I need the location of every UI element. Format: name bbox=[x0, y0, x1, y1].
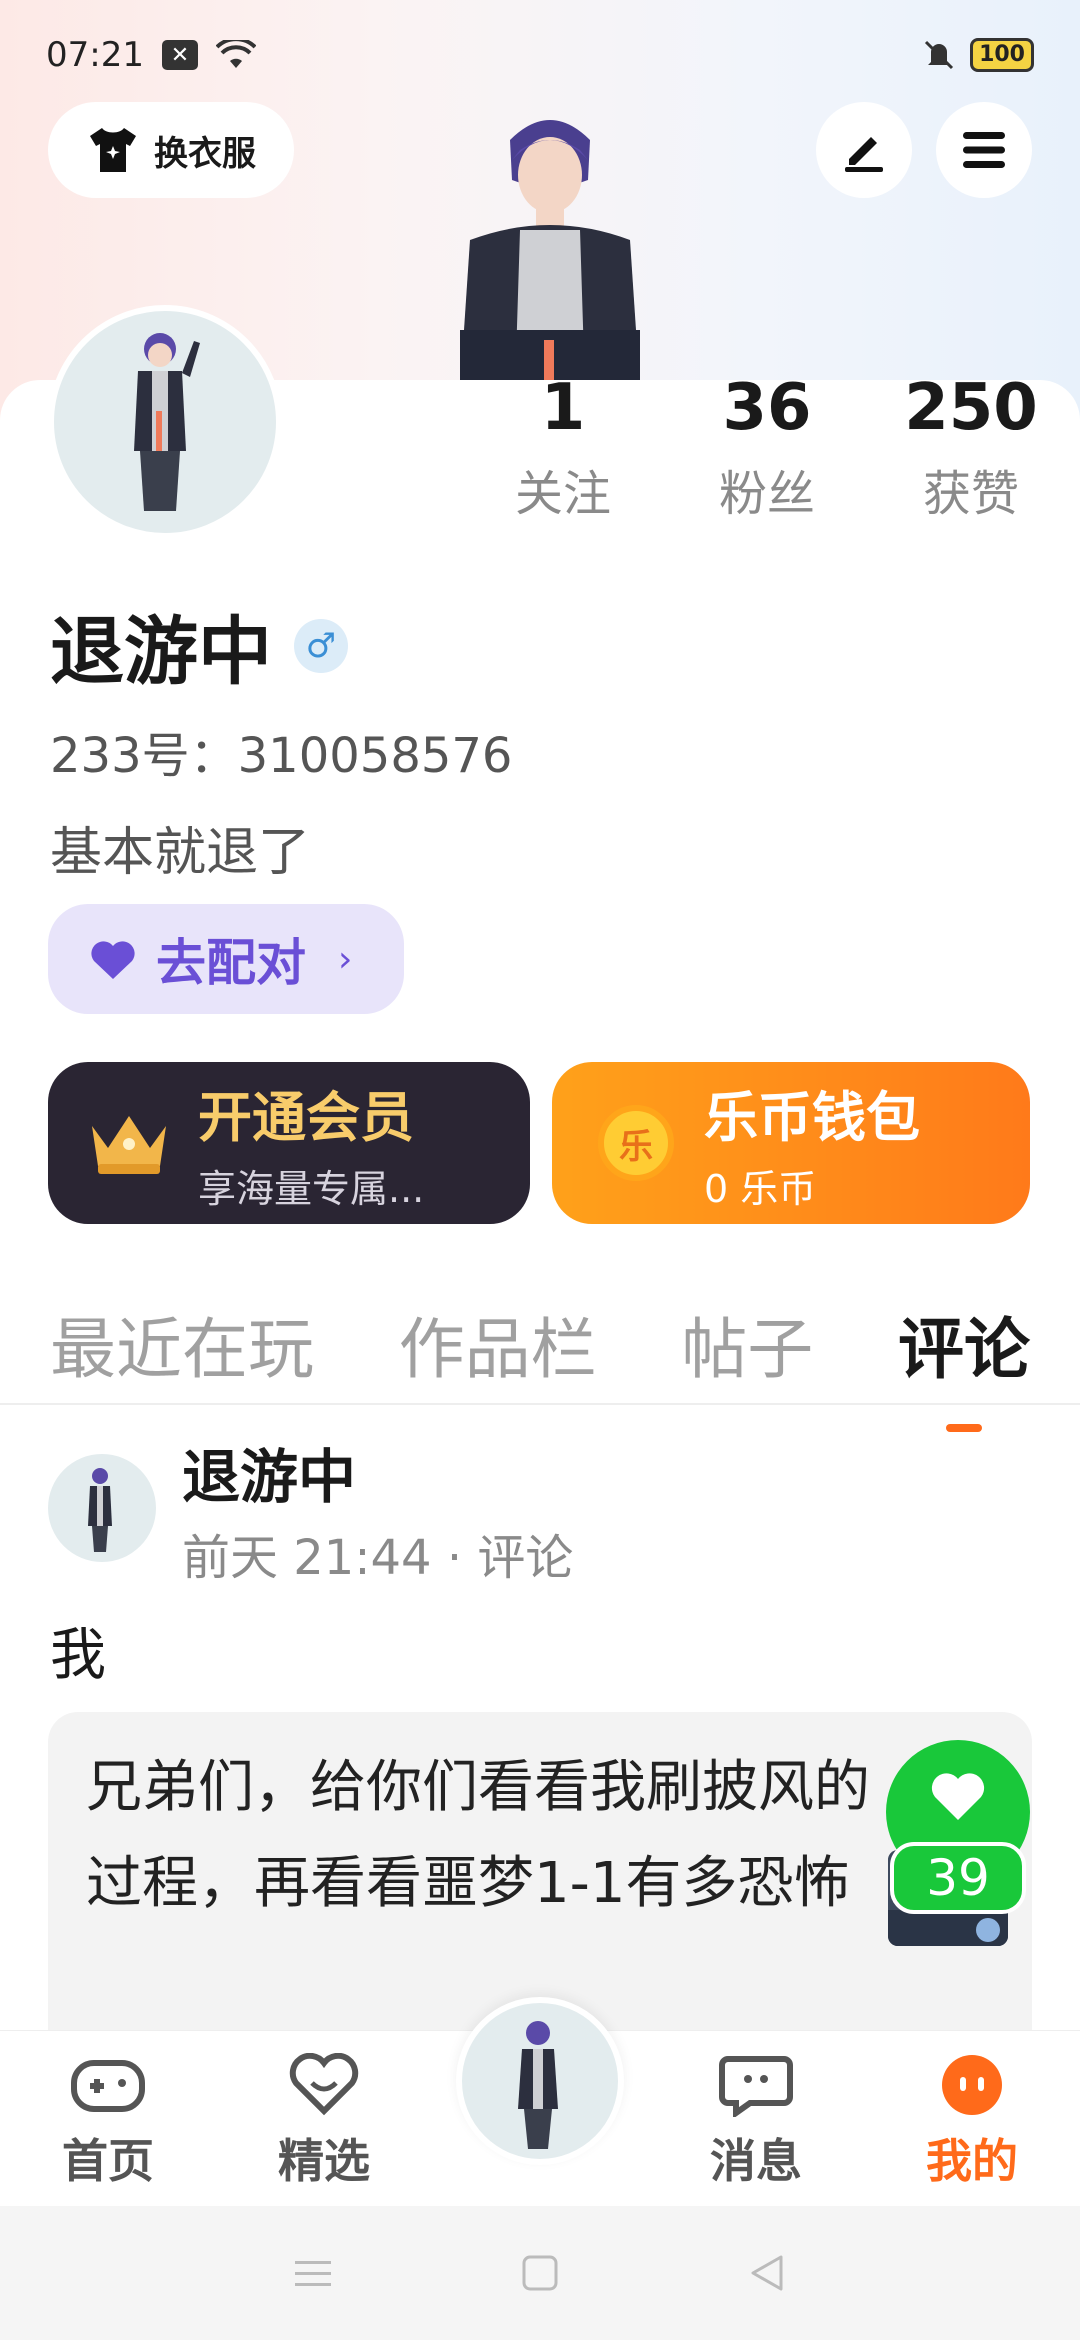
coin-icon: 乐 bbox=[598, 1105, 674, 1181]
profile-name-row: 退游中 ♂ bbox=[50, 592, 348, 699]
following-count: 1 bbox=[540, 371, 586, 445]
change-outfit-label: 换衣服 bbox=[154, 133, 256, 174]
match-button[interactable]: 去配对 › bbox=[48, 904, 404, 1014]
nav-mine[interactable]: 我的 bbox=[892, 2053, 1052, 2191]
nav-mine-label: 我的 bbox=[926, 2134, 1018, 2188]
recent-apps-icon[interactable] bbox=[291, 2253, 335, 2293]
profile-bio: 基本就退了 bbox=[50, 823, 311, 883]
mute-bell-icon bbox=[925, 40, 954, 70]
chevron-right-icon: › bbox=[338, 938, 353, 980]
avatar-3d-figure bbox=[460, 120, 640, 390]
nav-featured[interactable]: 精选 bbox=[244, 2052, 404, 2191]
chat-bubble-icon bbox=[719, 2056, 793, 2119]
tabs-divider bbox=[0, 1403, 1080, 1405]
edit-profile-button[interactable] bbox=[816, 102, 912, 198]
change-outfit-button[interactable]: 换衣服 bbox=[48, 102, 294, 198]
heart-icon bbox=[931, 1773, 985, 1820]
likes-stat[interactable]: 250 获赞 bbox=[898, 368, 1044, 524]
profile-stats: 1 关注 36 粉丝 250 获赞 bbox=[490, 368, 1044, 524]
post-meta: 前天 21:44 · 评论 bbox=[182, 1530, 574, 1586]
heart-icon bbox=[91, 941, 135, 979]
followers-count: 36 bbox=[722, 371, 812, 445]
profile-avatar[interactable] bbox=[48, 305, 282, 539]
status-time: 07:21 bbox=[46, 35, 144, 75]
tab-works[interactable]: 作品栏 bbox=[399, 1296, 597, 1392]
nav-avatar-button[interactable] bbox=[456, 1997, 624, 2165]
menu-button[interactable] bbox=[936, 102, 1032, 198]
post-author-avatar[interactable] bbox=[48, 1454, 156, 1562]
tab-recently-played[interactable]: 最近在玩 bbox=[50, 1296, 314, 1392]
followers-stat[interactable]: 36 粉丝 bbox=[694, 368, 840, 524]
hamburger-menu-icon bbox=[963, 132, 1005, 168]
quoted-post-text: 兄弟们，给你们看看我刷披风的过程，再看看噩梦1-1有多恐怖 bbox=[86, 1755, 870, 1916]
profile-uid: 233号：310058576 bbox=[50, 728, 513, 784]
avatar-image bbox=[134, 333, 200, 511]
gamepad-icon bbox=[71, 2060, 145, 2112]
coin-balance: 0 乐币 bbox=[704, 1167, 817, 1211]
face-icon bbox=[942, 2055, 1002, 2115]
post-author-name[interactable]: 退游中 bbox=[182, 1430, 356, 1514]
tab-posts[interactable]: 帖子 bbox=[681, 1296, 813, 1392]
nav-home-label: 首页 bbox=[62, 2134, 154, 2188]
post-comment-text: 我 bbox=[50, 1623, 106, 1688]
nav-avatar-image bbox=[518, 2021, 558, 2149]
likes-label: 获赞 bbox=[922, 466, 1019, 522]
following-stat[interactable]: 1 关注 bbox=[490, 368, 636, 524]
notification-icon: ✕ bbox=[161, 40, 198, 70]
battery-indicator: 100 bbox=[970, 38, 1034, 72]
match-label: 去配对 bbox=[156, 934, 306, 992]
nav-home[interactable]: 首页 bbox=[28, 2053, 188, 2191]
coin-title: 乐币钱包 bbox=[704, 1086, 920, 1149]
nav-featured-label: 精选 bbox=[278, 2134, 370, 2188]
vip-subtitle: 享海量专属... bbox=[198, 1167, 425, 1211]
post-avatar-image bbox=[88, 1468, 112, 1552]
followers-label: 粉丝 bbox=[718, 466, 815, 522]
coin-symbol: 乐 bbox=[619, 1126, 653, 1167]
back-triangle-icon[interactable] bbox=[745, 2253, 789, 2293]
likes-count: 250 bbox=[904, 371, 1038, 445]
profile-name: 退游中 bbox=[50, 609, 272, 695]
system-navigation-bar bbox=[0, 2206, 1080, 2340]
pencil-icon bbox=[845, 137, 883, 172]
wifi-icon bbox=[215, 40, 256, 68]
nav-messages-label: 消息 bbox=[710, 2134, 802, 2188]
nav-messages[interactable]: 消息 bbox=[676, 2053, 836, 2191]
coin-wallet-card[interactable]: 乐 乐币钱包 0 乐币 bbox=[552, 1062, 1030, 1224]
tab-comments[interactable]: 评论 bbox=[898, 1296, 1030, 1392]
male-gender-icon: ♂ bbox=[294, 618, 348, 673]
following-label: 关注 bbox=[514, 466, 611, 522]
bottom-navigation: 首页 精选 消息 我的 bbox=[0, 1997, 1080, 2206]
crown-icon bbox=[92, 1116, 166, 1174]
status-bar: 07:21 ✕ 100 bbox=[46, 30, 1034, 80]
like-count: 39 bbox=[890, 1842, 1026, 1914]
tshirt-icon bbox=[90, 128, 136, 172]
vip-title: 开通会员 bbox=[198, 1086, 414, 1149]
profile-tabs: 最近在玩 作品栏 帖子 评论 bbox=[50, 1296, 1030, 1392]
heart-outline-icon bbox=[289, 2052, 359, 2116]
home-square-icon[interactable] bbox=[518, 2253, 562, 2293]
vip-card[interactable]: 开通会员 享海量专属... bbox=[48, 1062, 530, 1224]
